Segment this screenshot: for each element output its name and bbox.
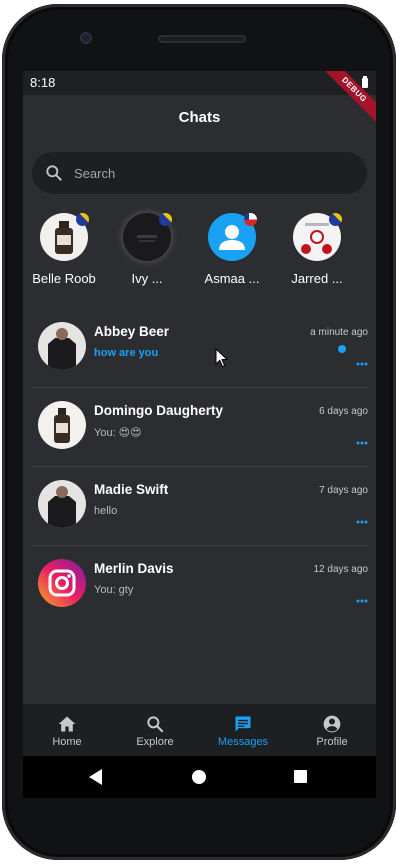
avatar bbox=[208, 213, 256, 261]
android-navigation-bar bbox=[23, 756, 376, 798]
search-icon bbox=[145, 714, 165, 734]
unread-indicator bbox=[338, 345, 346, 353]
avatar bbox=[40, 213, 88, 261]
page-title: Chats bbox=[23, 109, 376, 126]
avatar bbox=[123, 213, 171, 261]
chat-timestamp: 6 days ago bbox=[319, 406, 368, 417]
chat-name: Abbey Beer bbox=[94, 324, 169, 339]
nav-item-explore[interactable]: Explore bbox=[111, 704, 199, 756]
chat-name: Madie Swift bbox=[94, 482, 168, 497]
story-item[interactable]: Asmaa ... bbox=[190, 213, 274, 286]
story-name: Jarred ... bbox=[275, 271, 359, 286]
home-circle-icon[interactable] bbox=[192, 770, 206, 784]
story-name: Belle Roob bbox=[23, 271, 106, 286]
account-circle-icon bbox=[322, 714, 342, 734]
home-icon bbox=[57, 714, 77, 734]
more-horizontal-icon[interactable] bbox=[356, 432, 368, 450]
chat-list-item[interactable]: Domingo Daugherty You: 😍😍 6 days ago bbox=[32, 390, 368, 468]
story-item[interactable]: Ivy ... bbox=[105, 213, 189, 286]
nav-label: Home bbox=[23, 736, 111, 748]
avatar bbox=[38, 401, 86, 449]
back-icon[interactable] bbox=[89, 769, 103, 785]
chat-list-item[interactable]: Madie Swift hello 7 days ago bbox=[32, 469, 368, 547]
flag-icon bbox=[329, 213, 342, 226]
chat-list-item[interactable]: Abbey Beer how are you a minute ago bbox=[32, 311, 368, 389]
story-name: Asmaa ... bbox=[190, 271, 274, 286]
more-horizontal-icon[interactable] bbox=[356, 590, 368, 608]
chat-timestamp: 12 days ago bbox=[314, 564, 369, 575]
front-camera bbox=[80, 32, 92, 44]
search-bar[interactable] bbox=[32, 152, 367, 194]
chat-name: Merlin Davis bbox=[94, 561, 174, 576]
nav-label: Profile bbox=[288, 736, 376, 748]
search-input[interactable] bbox=[74, 152, 354, 194]
divider bbox=[32, 387, 368, 388]
chat-timestamp: a minute ago bbox=[310, 327, 368, 338]
nav-label: Explore bbox=[111, 736, 199, 748]
status-bar: 8:18 bbox=[23, 71, 376, 95]
divider bbox=[32, 545, 368, 546]
avatar bbox=[38, 322, 86, 370]
battery-icon bbox=[362, 78, 368, 88]
story-item[interactable]: Belle Roob bbox=[23, 213, 106, 286]
story-item[interactable]: Jarred ... bbox=[275, 213, 359, 286]
chat-last-message: hello bbox=[94, 505, 117, 517]
chat-timestamp: 7 days ago bbox=[319, 485, 368, 496]
chat-list-item[interactable]: Merlin Davis You: gty 12 days ago bbox=[32, 548, 368, 626]
nav-item-profile[interactable]: Profile bbox=[288, 704, 376, 756]
more-horizontal-icon[interactable] bbox=[356, 511, 368, 529]
earpiece-speaker bbox=[158, 35, 246, 43]
more-horizontal-icon[interactable] bbox=[356, 353, 368, 371]
nav-label: Messages bbox=[199, 736, 287, 748]
avatar bbox=[38, 480, 86, 528]
nav-item-home[interactable]: Home bbox=[23, 704, 111, 756]
app-screen: 8:18 DEBUG Chats Belle Roob bbox=[23, 71, 376, 756]
recents-icon[interactable] bbox=[294, 770, 307, 783]
story-name: Ivy ... bbox=[105, 271, 189, 286]
search-icon bbox=[44, 163, 64, 188]
status-time: 8:18 bbox=[30, 75, 55, 90]
chat-last-message: how are you bbox=[94, 347, 158, 359]
flag-icon bbox=[76, 213, 89, 226]
flag-icon bbox=[159, 213, 172, 226]
message-icon bbox=[233, 714, 253, 734]
avatar bbox=[293, 213, 341, 261]
divider bbox=[32, 466, 368, 467]
chat-name: Domingo Daugherty bbox=[94, 403, 223, 418]
flag-icon bbox=[244, 213, 257, 226]
chat-last-message: You: 😍😍 bbox=[94, 426, 142, 439]
chat-last-message: You: gty bbox=[94, 584, 133, 596]
mouse-cursor-icon bbox=[215, 348, 228, 368]
nav-item-messages[interactable]: Messages bbox=[199, 704, 287, 756]
bottom-navigation: Home Explore Messages Profile bbox=[23, 704, 376, 756]
instagram-icon bbox=[38, 559, 86, 607]
